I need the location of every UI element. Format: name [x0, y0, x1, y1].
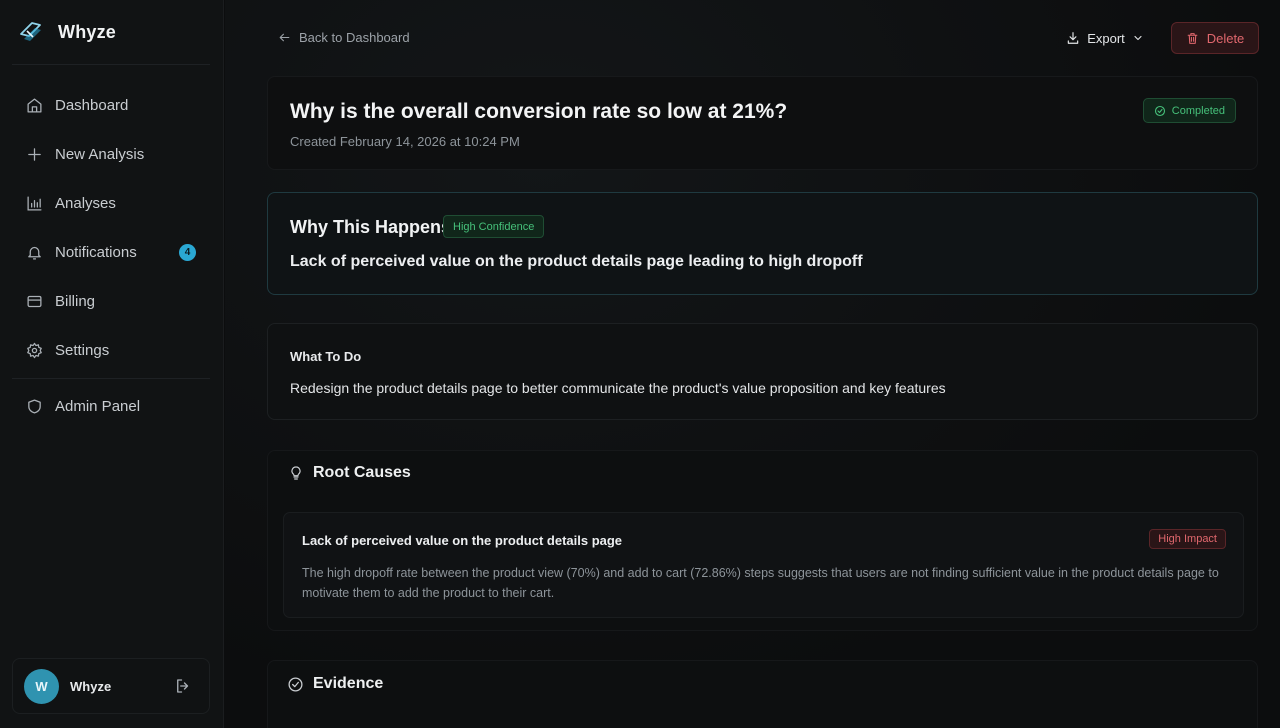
main-content: Back to Dashboard Export Delete Why is t…	[225, 0, 1280, 728]
status-badge: Completed	[1142, 98, 1236, 123]
created-timestamp: Created February 14, 2026 at 10:24 PM	[290, 134, 520, 149]
notification-count-badge: 4	[179, 244, 196, 261]
delete-label: Delete	[1206, 30, 1245, 46]
sidebar-item-label: Settings	[55, 341, 110, 359]
sidebar: Whyze Dashboard New Analysis Analyses No…	[0, 0, 224, 728]
avatar[interactable]: W	[24, 668, 59, 704]
bar-chart-icon	[27, 195, 42, 211]
sidebar-item-label: Dashboard	[55, 96, 129, 114]
sidebar-item-admin-panel[interactable]: Admin Panel	[14, 388, 210, 424]
arrow-left-icon	[279, 33, 290, 41]
root-causes-heading: Root Causes	[313, 464, 411, 481]
root-cause-item: Lack of perceived value on the product d…	[283, 512, 1244, 618]
delete-button[interactable]: Delete	[1171, 22, 1259, 54]
status-label: Completed	[1171, 104, 1225, 117]
why-heading: Why This Happens	[290, 217, 452, 237]
root-causes-header: Root Causes	[288, 464, 411, 482]
sidebar-item-label: Notifications	[55, 243, 137, 261]
why-text: Lack of perceived value on the product d…	[290, 253, 863, 270]
why-this-happens-card: Why This Happens High Confidence Lack of…	[267, 192, 1258, 295]
sidebar-item-label: Billing	[55, 292, 96, 310]
sidebar-item-label: Analyses	[55, 194, 116, 212]
root-causes-card: Root Causes Lack of perceived value on t…	[267, 450, 1258, 631]
evidence-heading: Evidence	[313, 675, 384, 692]
logout-icon[interactable]	[174, 677, 192, 695]
app-name: Whyze	[58, 21, 117, 42]
chevron-down-icon	[1134, 35, 1142, 41]
brand[interactable]: Whyze	[18, 18, 116, 46]
back-to-dashboard-link[interactable]: Back to Dashboard	[278, 28, 410, 46]
sidebar-item-settings[interactable]: Settings	[14, 332, 210, 368]
confidence-badge: High Confidence	[443, 215, 545, 238]
root-cause-title: Lack of perceived value on the product d…	[302, 533, 623, 548]
home-icon	[27, 97, 42, 113]
user-card[interactable]: W Whyze	[12, 658, 210, 714]
trash-icon	[1187, 32, 1198, 44]
sidebar-divider	[12, 378, 210, 379]
check-circle-icon	[288, 676, 303, 692]
page-title: Why is the overall conversion rate so lo…	[290, 100, 788, 123]
sidebar-item-billing[interactable]: Billing	[14, 283, 210, 319]
todo-text: Redesign the product details page to bet…	[290, 380, 946, 396]
todo-heading: What To Do	[290, 349, 362, 364]
logo-icon	[18, 19, 44, 45]
sidebar-item-analyses[interactable]: Analyses	[14, 185, 210, 221]
bell-icon	[28, 246, 41, 260]
export-label: Export	[1087, 30, 1125, 46]
gear-icon	[27, 342, 42, 358]
root-cause-description: The high dropoff rate between the produc…	[302, 566, 1219, 600]
user-name: Whyze	[70, 678, 112, 694]
analysis-header-card: Why is the overall conversion rate so lo…	[267, 76, 1258, 170]
sidebar-item-new-analysis[interactable]: New Analysis	[14, 136, 210, 172]
credit-card-icon	[27, 295, 42, 307]
what-to-do-card: What To Do Redesign the product details …	[267, 323, 1258, 420]
export-button[interactable]: Export	[1060, 22, 1150, 54]
sidebar-item-dashboard[interactable]: Dashboard	[14, 87, 210, 123]
sidebar-item-notifications[interactable]: Notifications 4	[14, 234, 210, 270]
download-icon	[1067, 32, 1079, 44]
evidence-header: Evidence	[287, 675, 383, 693]
sidebar-item-label: New Analysis	[55, 145, 145, 163]
lightbulb-icon	[291, 466, 301, 480]
sidebar-divider	[12, 64, 210, 65]
check-circle-icon	[1154, 105, 1165, 116]
plus-icon	[28, 147, 41, 161]
shield-icon	[28, 398, 41, 414]
sidebar-item-label: Admin Panel	[55, 397, 141, 415]
evidence-card: Evidence	[267, 660, 1258, 728]
back-label: Back to Dashboard	[299, 29, 410, 45]
impact-badge: High Impact	[1149, 529, 1226, 549]
